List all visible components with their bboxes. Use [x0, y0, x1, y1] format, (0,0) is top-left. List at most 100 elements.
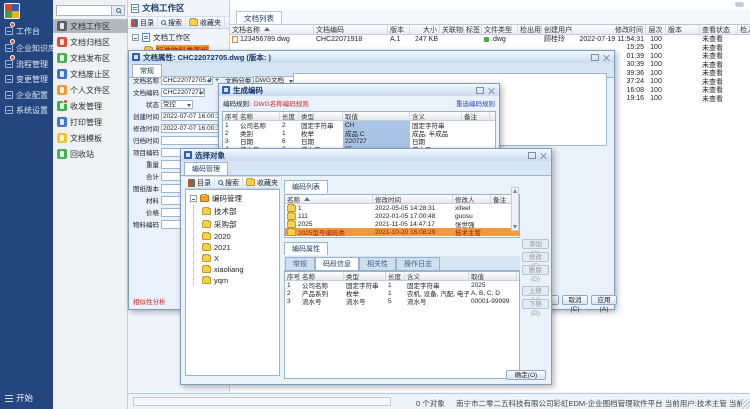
subtab-segment-info[interactable]: 码段信息: [315, 257, 359, 270]
ws-item-doc-template[interactable]: 文档模板: [53, 131, 128, 145]
catalog-button[interactable]: 目录: [128, 16, 158, 29]
tree-node[interactable]: 采购部: [194, 218, 279, 231]
doc-name-combo[interactable]: CHC22072705.dwg: [161, 76, 213, 85]
dialog-titlebar[interactable]: 文档属性: CHC22072705.dwg (版本: ): [129, 51, 614, 63]
col-header[interactable]: 关联物料: [440, 25, 464, 34]
nav-process-mgmt[interactable]: 流程管理: [0, 57, 53, 71]
nav-label: 流程管理: [16, 59, 48, 70]
tree-node[interactable]: xiaoliang: [194, 264, 279, 275]
favorites-button[interactable]: 收藏夹: [243, 176, 282, 189]
folder-icon: [202, 244, 211, 251]
personal-files-icon: [57, 85, 67, 95]
ws-item-doc-workspace[interactable]: 文档工作区: [53, 19, 128, 33]
segment-row[interactable]: 1 公司名称 固定字符串 1 固定字符串 2025: [285, 281, 519, 289]
subtab-relations[interactable]: 相关性: [359, 257, 396, 270]
col-header[interactable]: 标签: [464, 25, 482, 34]
col-header[interactable]: 创建用户: [542, 25, 572, 34]
tree-node[interactable]: yqm: [194, 275, 279, 286]
move-up-button[interactable]: 上移(U): [522, 286, 549, 296]
tree-node[interactable]: 2021: [194, 242, 279, 253]
window-pin-icon[interactable]: [735, 2, 744, 7]
nav-enterprise-config[interactable]: 企业配置: [0, 88, 53, 102]
dialog-titlebar[interactable]: 选择对象: [181, 149, 551, 161]
ok-button[interactable]: 确定(O): [506, 370, 546, 380]
ws-item-doc-obsolete[interactable]: 文档废止区: [53, 67, 128, 81]
ws-item-personal-files[interactable]: 个人文件区: [53, 83, 128, 97]
similarity-link[interactable]: 相似性分析: [133, 296, 166, 306]
move-down-button[interactable]: 下移(D): [522, 299, 549, 309]
col-header[interactable]: 检出用户: [518, 25, 542, 34]
status-combo[interactable]: 受控: [161, 100, 193, 109]
code-list-row[interactable]: 111 2022-01-05 17:00:48 guosu: [285, 212, 519, 220]
catalog-button[interactable]: 目录: [185, 176, 215, 189]
code-segment-row[interactable]: 1 公司名称 2 固定字符串 CH 固定字符串: [223, 121, 495, 129]
subtab-general[interactable]: 常规: [285, 257, 315, 270]
collapse-icon[interactable]: [190, 195, 197, 202]
doc-code-combo[interactable]: CHC22072710: [161, 88, 205, 97]
add-segment-button[interactable]: 添加(A): [522, 239, 549, 249]
col-header[interactable]: 文档编码: [314, 25, 388, 34]
subtab-op-log[interactable]: 操作日志: [396, 257, 440, 270]
ws-item-recycle-bin[interactable]: 回收站: [53, 147, 128, 161]
tab-code-list[interactable]: 编码列表: [284, 180, 328, 193]
close-icon[interactable]: [539, 151, 548, 160]
tree-node[interactable]: 2020: [194, 231, 279, 242]
ws-item-doc-archive[interactable]: 文档归档区: [53, 35, 128, 49]
col-header[interactable]: 查看状态: [700, 25, 738, 34]
close-icon[interactable]: [602, 53, 611, 62]
tab-code-props[interactable]: 编码属性: [284, 242, 328, 255]
nav-system-settings[interactable]: 系统设置: [0, 103, 53, 117]
code-tree: 编码管理 技术部 采购部 2020 2021 X xiaoliang yqm: [185, 189, 280, 376]
segment-row[interactable]: 2 产品系列 枚举 1 农机, 设备, 汽配, 电子 A, B, C, D: [285, 289, 519, 297]
ws-item-print-mgmt[interactable]: 打印管理: [53, 115, 128, 129]
apply-button[interactable]: 应用(A): [591, 295, 617, 305]
tab-doc-list[interactable]: 文档列表: [236, 11, 282, 24]
search-button[interactable]: 搜索: [158, 16, 186, 29]
close-icon[interactable]: [487, 86, 496, 95]
tab-code-mgmt[interactable]: 编码管理: [184, 162, 228, 175]
maximize-icon[interactable]: [475, 86, 484, 95]
archive-time-field[interactable]: [161, 136, 225, 145]
modify-time-field[interactable]: 2022-07-07 16:00:35: [161, 124, 225, 133]
collapse-icon[interactable]: [132, 34, 139, 41]
resize-grip[interactable]: [740, 399, 750, 409]
start-button[interactable]: 开始: [5, 392, 33, 404]
segment-row[interactable]: 3 流水号 流水号 5 流水号 00001-99999: [285, 297, 519, 305]
col-header[interactable]: 版本: [388, 25, 410, 34]
col-header[interactable]: 层次: [646, 25, 666, 34]
code-list-row[interactable]: 2025型号编码类 2021-10-20 16:08:29 技术主管: [285, 228, 519, 236]
code-list-row[interactable]: 1 2022-05-05 14:28:31 xifeel: [285, 204, 519, 212]
delete-segment-button[interactable]: 删除(D): [522, 265, 549, 275]
tree-node[interactable]: X: [194, 253, 279, 264]
search-button[interactable]: 搜索: [215, 176, 243, 189]
ws-item-send-receive[interactable]: 收发管理: [53, 99, 128, 113]
tree-node-root[interactable]: 文档工作区: [130, 31, 229, 44]
tree-node[interactable]: 技术部: [194, 205, 279, 218]
edit-segment-button[interactable]: 修改(E): [522, 252, 549, 262]
dialog-titlebar[interactable]: 生成编码: [219, 84, 499, 96]
col-header[interactable]: 文件类型: [482, 25, 518, 34]
ws-item-doc-publish[interactable]: 文档发布区: [53, 51, 128, 65]
maximize-icon[interactable]: [590, 53, 599, 62]
favorites-button[interactable]: 收藏夹: [186, 16, 225, 29]
col-header[interactable]: 文档名称: [230, 25, 314, 34]
create-time-field[interactable]: 2022-07-07 16:00:35: [161, 112, 225, 121]
code-list-row[interactable]: 2025 2021-11-05 14:47:17 张世强: [285, 220, 519, 228]
nav-change-mgmt[interactable]: 变更管理: [0, 72, 53, 86]
tree-node-root[interactable]: 编码管理: [188, 192, 279, 205]
cancel-button[interactable]: 取消(C): [562, 295, 588, 305]
nav-knowledge-base[interactable]: 企业知识库: [0, 41, 53, 55]
code-segment-row[interactable]: 3 日期 6 日期 220727 日期: [223, 137, 495, 145]
col-header[interactable]: 检入: [738, 25, 750, 34]
reselect-rule-link[interactable]: 重选编码规则: [456, 98, 495, 108]
sidebar-search-input[interactable]: [56, 5, 112, 16]
table-row[interactable]: 123456789.dwg CHC22071918 A.1 247 KB .dw…: [230, 35, 750, 44]
nav-workbench[interactable]: 工作台: [0, 24, 53, 38]
col-header[interactable]: 修改时间: [572, 25, 646, 34]
list-scrollbar[interactable]: [511, 187, 519, 231]
sidebar-search-button[interactable]: [112, 5, 125, 16]
col-header[interactable]: 大小: [410, 25, 440, 34]
maximize-icon[interactable]: [527, 151, 536, 160]
col-header[interactable]: 版本: [666, 25, 700, 34]
code-segment-row[interactable]: 2 类别 1 枚举 成品:C 成品, 半成品: [223, 129, 495, 137]
